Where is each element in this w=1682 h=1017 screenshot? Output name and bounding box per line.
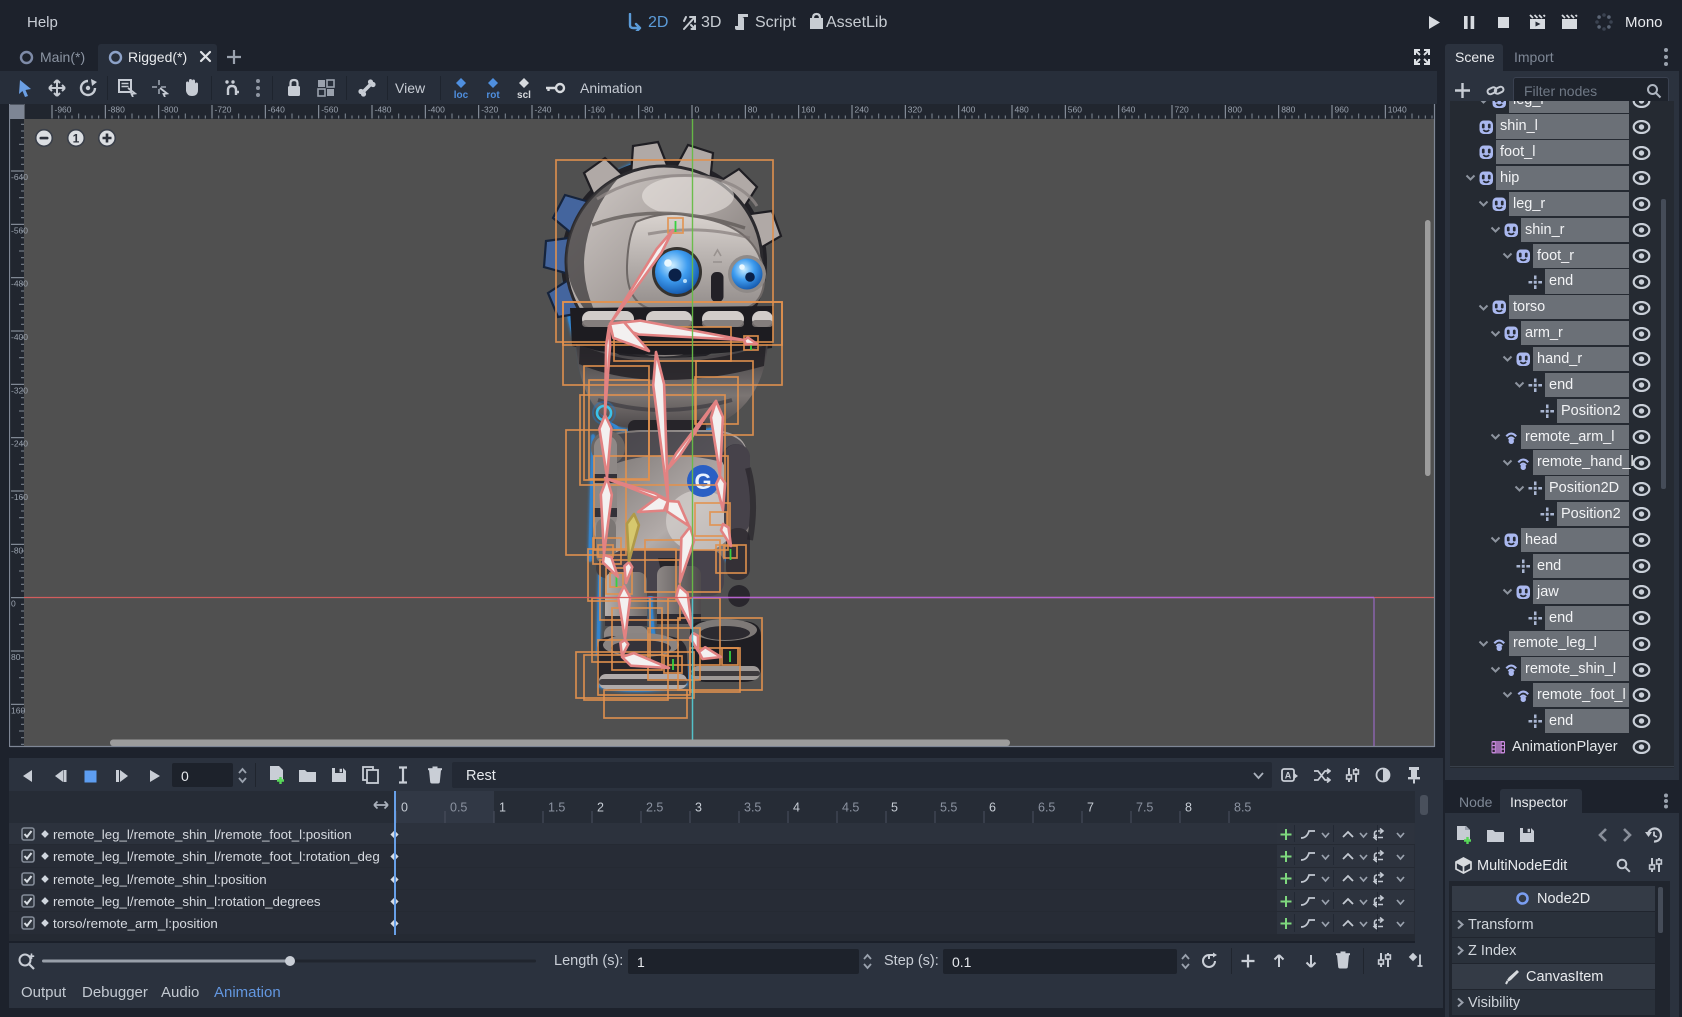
svg-text:scl: scl	[517, 90, 531, 99]
svg-text:-480: -480	[11, 279, 28, 289]
svg-text:-320: -320	[481, 105, 498, 115]
svg-text:6.5: 6.5	[1038, 800, 1055, 814]
svg-text:7.5: 7.5	[1136, 800, 1153, 814]
svg-text:-400: -400	[428, 105, 445, 115]
svg-text:-160: -160	[588, 105, 605, 115]
svg-text:0: 0	[695, 105, 700, 115]
svg-text:4.5: 4.5	[842, 800, 859, 814]
svg-text:80: 80	[11, 652, 21, 662]
svg-text:-640: -640	[268, 105, 285, 115]
svg-text:-240: -240	[535, 105, 552, 115]
svg-text:-560: -560	[321, 105, 338, 115]
svg-text:-800: -800	[161, 105, 178, 115]
svg-text:rot: rot	[486, 90, 500, 99]
svg-text:640: 640	[1121, 105, 1135, 115]
svg-text:3: 3	[695, 800, 702, 814]
svg-text:6: 6	[989, 800, 996, 814]
svg-text:800: 800	[1228, 105, 1242, 115]
svg-text:7: 7	[1087, 800, 1094, 814]
svg-text:-960: -960	[55, 105, 72, 115]
svg-text:160: 160	[11, 705, 25, 715]
svg-text:-400: -400	[11, 332, 28, 342]
svg-text:-80: -80	[11, 545, 24, 555]
svg-text:-320: -320	[11, 385, 28, 395]
svg-text:960: 960	[1335, 105, 1349, 115]
svg-text:8: 8	[1185, 800, 1192, 814]
svg-text:1.5: 1.5	[548, 800, 565, 814]
svg-text:loc: loc	[454, 90, 469, 99]
svg-text:2.5: 2.5	[646, 800, 663, 814]
svg-text:8.5: 8.5	[1234, 800, 1251, 814]
svg-text:2: 2	[597, 800, 604, 814]
svg-text:4: 4	[793, 800, 800, 814]
svg-text:5.5: 5.5	[940, 800, 957, 814]
svg-text:A: A	[1285, 771, 1292, 781]
svg-text:80: 80	[748, 105, 758, 115]
svg-text:-560: -560	[11, 225, 28, 235]
svg-text:G: G	[694, 469, 711, 494]
svg-text:-640: -640	[11, 172, 28, 182]
svg-text:0: 0	[401, 800, 408, 814]
svg-text:480: 480	[1015, 105, 1029, 115]
svg-text:880: 880	[1281, 105, 1295, 115]
svg-text:1: 1	[73, 132, 80, 146]
svg-text:720: 720	[1175, 105, 1189, 115]
svg-text:-240: -240	[11, 439, 28, 449]
svg-text:240: 240	[855, 105, 869, 115]
svg-text:-80: -80	[641, 105, 654, 115]
svg-text:3.5: 3.5	[744, 800, 761, 814]
svg-text:5: 5	[891, 800, 898, 814]
svg-text:1: 1	[499, 800, 506, 814]
svg-text:0.5: 0.5	[450, 800, 467, 814]
svg-text:0: 0	[11, 599, 16, 609]
svg-text:160: 160	[801, 105, 815, 115]
svg-text:-720: -720	[215, 105, 232, 115]
svg-text:1040: 1040	[1388, 105, 1407, 115]
svg-text:-880: -880	[108, 105, 125, 115]
svg-text:320: 320	[908, 105, 922, 115]
svg-text:400: 400	[961, 105, 975, 115]
svg-text:-480: -480	[375, 105, 392, 115]
svg-text:-160: -160	[11, 492, 28, 502]
svg-text:560: 560	[1068, 105, 1082, 115]
